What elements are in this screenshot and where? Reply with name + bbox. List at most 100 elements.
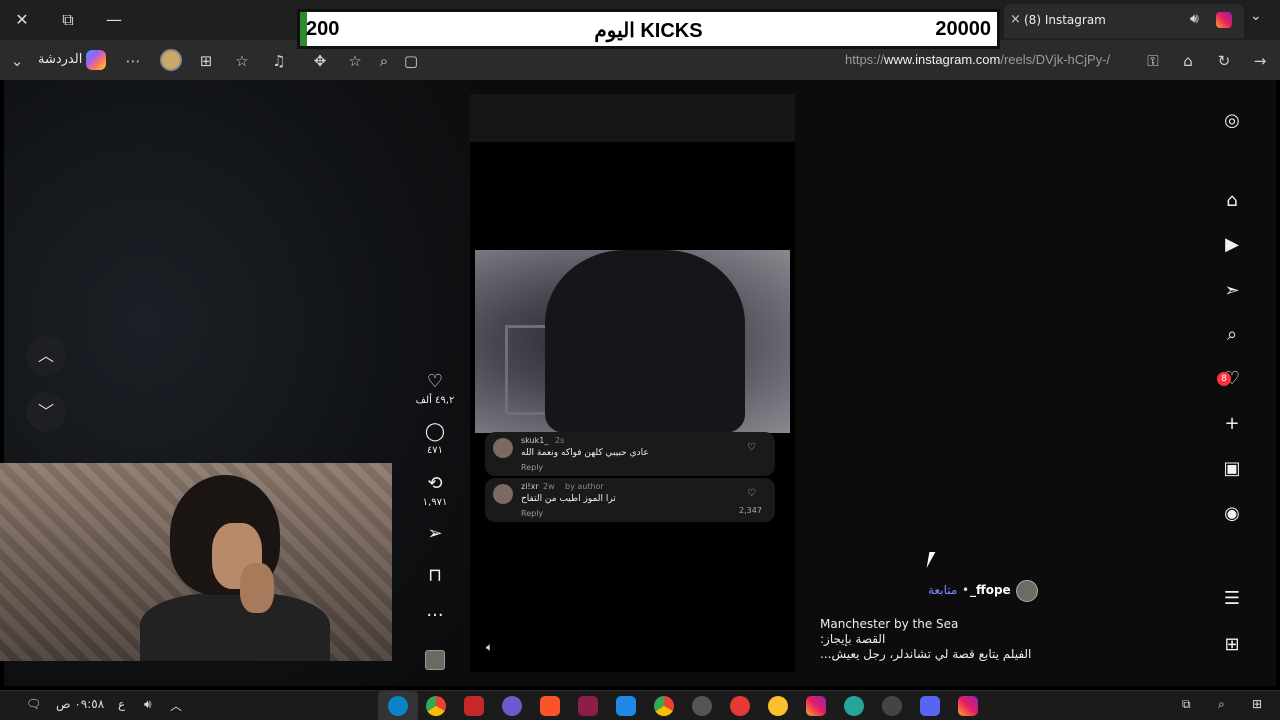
save-action[interactable]: ⊓ bbox=[412, 564, 458, 588]
bookmark-icon[interactable]: ⊓ bbox=[412, 564, 458, 588]
author-handle[interactable]: _ffope bbox=[970, 583, 1011, 597]
app-icon[interactable] bbox=[882, 696, 902, 716]
comment-likes: 2,347 bbox=[739, 506, 762, 515]
tab-close-icon[interactable]: × bbox=[1010, 12, 1021, 27]
volume-icon[interactable]: 🔈︎ bbox=[486, 640, 493, 655]
share-action[interactable]: ➢ bbox=[412, 522, 458, 546]
reel-video[interactable]: skuk1_ 2s عادي حبيبي كلهن فواكه ونعمة ال… bbox=[470, 142, 795, 672]
refresh-icon[interactable]: ↻ bbox=[1213, 50, 1235, 72]
profile-icon[interactable]: ◉ bbox=[1219, 501, 1245, 527]
chrome-app-icon[interactable] bbox=[654, 696, 674, 716]
dashboard-icon[interactable]: ▣ bbox=[1219, 456, 1245, 482]
windows-taskbar: 🗨︎ ٠٩:٥٨ ص ع 🔊︎ ︿ ⧉ ⌕ ⊞ bbox=[0, 690, 1280, 720]
favorites-icon[interactable]: ☆ bbox=[231, 50, 253, 72]
caption-title: Manchester by the Sea bbox=[820, 617, 959, 631]
media-icon[interactable]: ♫ bbox=[268, 50, 290, 72]
more-apps-icon[interactable]: ⊞ bbox=[1219, 632, 1245, 658]
comment-heart-icon: ♡ bbox=[747, 442, 756, 453]
mouse-cursor bbox=[926, 552, 936, 568]
extensions-icon[interactable]: ✥ bbox=[309, 50, 331, 72]
address-bar[interactable]: https://www.instagram.com/reels/DVjk-hCj… bbox=[845, 52, 1110, 67]
dropdown-icon[interactable]: ⌄ bbox=[6, 50, 28, 72]
media-player-icon[interactable] bbox=[692, 696, 712, 716]
recorder-app-icon[interactable] bbox=[730, 696, 750, 716]
add-favorite-icon[interactable]: ☆ bbox=[344, 50, 366, 72]
app-icon[interactable] bbox=[616, 696, 636, 716]
volume-tray-icon[interactable]: 🔊︎ bbox=[144, 697, 152, 712]
copilot-icon[interactable] bbox=[86, 50, 106, 70]
ai-app-icon[interactable] bbox=[502, 696, 522, 716]
comment-reply: Reply bbox=[521, 509, 544, 518]
comment-item: zi!xr 2w by author ترا الموز اطيب من الت… bbox=[485, 478, 775, 522]
clock[interactable]: ٠٩:٥٨ ص bbox=[56, 697, 104, 711]
profile-avatar[interactable] bbox=[160, 49, 182, 71]
comment-time: 2s bbox=[555, 436, 565, 445]
brave-app-icon[interactable] bbox=[540, 696, 560, 716]
direct-icon[interactable]: ➣ bbox=[1219, 278, 1245, 304]
comment-action[interactable]: ◯ ٤٧١ bbox=[412, 420, 458, 456]
like-action[interactable]: ♡ ٤٩,٢ ألف bbox=[412, 370, 458, 406]
comment-avatar bbox=[493, 438, 513, 458]
browser-titlebar: ✕ ⧉ — 200 KICKS اليوم 20000 × (8) Instag… bbox=[0, 0, 1280, 49]
restore-icon[interactable]: ⧉ bbox=[56, 8, 80, 32]
home-icon[interactable]: ⌂ bbox=[1219, 188, 1245, 214]
notifications-icon[interactable]: 🗨︎ bbox=[26, 697, 41, 711]
messages-badge: 8 bbox=[1217, 372, 1231, 386]
search-taskbar-icon[interactable]: ⌕ bbox=[1218, 697, 1225, 712]
audio-thumbnail[interactable] bbox=[425, 650, 445, 670]
task-view-icon[interactable]: ⧉ bbox=[1182, 697, 1191, 712]
caption-line: القصة بإيجاز: bbox=[820, 632, 886, 646]
share-icon[interactable]: ➢ bbox=[412, 522, 458, 546]
repost-count: ١,٩٧١ bbox=[422, 497, 448, 508]
lock-icon[interactable]: ⚿ bbox=[1142, 50, 1164, 72]
tray-chevron-icon[interactable]: ︿ bbox=[170, 697, 182, 714]
plus-icon[interactable]: + bbox=[1219, 411, 1245, 437]
repost-icon[interactable]: ⟲ bbox=[412, 472, 458, 496]
close-window-icon[interactable]: ✕ bbox=[10, 8, 34, 32]
minimize-icon[interactable]: — bbox=[102, 8, 126, 32]
chevron-down-icon[interactable]: ⌄ bbox=[1250, 8, 1262, 24]
more-icon[interactable]: ⋯ bbox=[122, 50, 144, 72]
chat-button-label[interactable]: الدردشة bbox=[38, 52, 82, 67]
comment-user: zi!xr bbox=[521, 482, 539, 491]
comment-avatar bbox=[493, 484, 513, 504]
reels-icon[interactable]: ▶ bbox=[1219, 232, 1245, 258]
comment-icon[interactable]: ◯ bbox=[412, 420, 458, 444]
caption-line[interactable]: الفيلم يتابع قصة لي تشاندلر، رجل يعيش... bbox=[820, 647, 1040, 661]
video-app-icon[interactable] bbox=[464, 696, 484, 716]
tab-title: (8) Instagram bbox=[1024, 13, 1106, 27]
like-heart-icon[interactable]: ♡ bbox=[412, 370, 458, 394]
previous-reel-button[interactable]: ︿ bbox=[26, 336, 66, 376]
instagram-favicon-icon bbox=[1216, 12, 1232, 28]
repost-action[interactable]: ⟲ ١,٩٧١ bbox=[412, 472, 458, 508]
browser-tab-instagram[interactable]: × (8) Instagram 🔊︎ bbox=[1004, 4, 1244, 38]
read-aloud-icon[interactable]: ▢ bbox=[400, 50, 422, 72]
url-host: www.instagram.com bbox=[884, 52, 1001, 67]
start-icon[interactable]: ⊞ bbox=[1252, 697, 1262, 711]
search-icon[interactable]: ⌕ bbox=[1219, 322, 1245, 348]
author-avatar[interactable] bbox=[1016, 580, 1038, 602]
next-reel-button[interactable]: ﹀ bbox=[26, 392, 66, 432]
instagram-app-icon[interactable] bbox=[958, 696, 978, 716]
input-language[interactable]: ع bbox=[118, 697, 125, 711]
app-icon[interactable] bbox=[844, 696, 864, 716]
instagram-app-icon[interactable] bbox=[806, 696, 826, 716]
url-path: /reels/DVjk-hCjPy-/ bbox=[1000, 52, 1111, 67]
app-icon[interactable] bbox=[768, 696, 788, 716]
menu-icon[interactable]: ☰ bbox=[1219, 586, 1245, 612]
forward-icon[interactable]: → bbox=[1249, 50, 1271, 72]
more-options-icon[interactable]: ··· bbox=[412, 604, 458, 628]
follow-button[interactable]: متابعة bbox=[928, 583, 957, 597]
app-icon[interactable] bbox=[578, 696, 598, 716]
clip-figure bbox=[545, 250, 745, 433]
home-browser-icon[interactable]: ⌂ bbox=[1177, 50, 1199, 72]
discord-app-icon[interactable] bbox=[920, 696, 940, 716]
chrome-app-icon[interactable] bbox=[426, 696, 446, 716]
zoom-icon[interactable]: ⌕ bbox=[373, 50, 395, 72]
speaker-icon[interactable]: 🔊︎ bbox=[1190, 11, 1199, 27]
edge-app-icon[interactable] bbox=[388, 696, 408, 716]
kicks-goal: 20000 bbox=[935, 18, 991, 40]
collections-icon[interactable]: ⊞ bbox=[195, 50, 217, 72]
more-action[interactable]: ··· bbox=[412, 604, 458, 628]
instagram-icon[interactable]: ◎ bbox=[1219, 108, 1245, 134]
